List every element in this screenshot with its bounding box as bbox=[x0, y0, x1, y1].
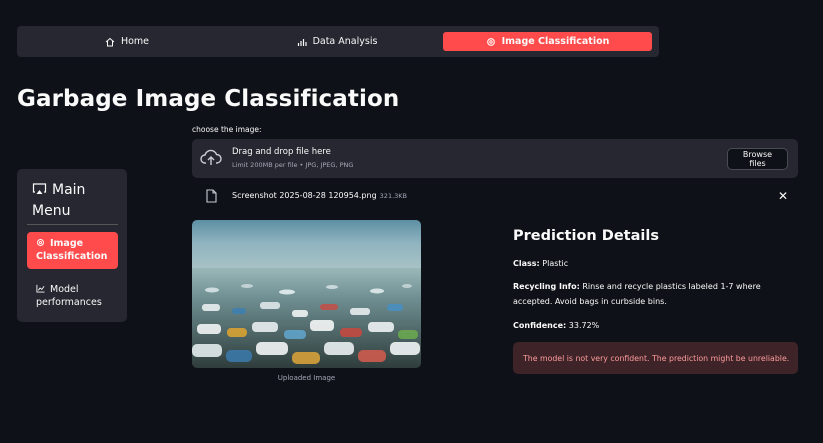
uploaded-image bbox=[192, 220, 421, 368]
browse-files-button[interactable]: Browse files bbox=[727, 148, 788, 170]
nav-data-analysis[interactable]: Data Analysis bbox=[277, 31, 397, 52]
low-confidence-warning: The model is not very confident. The pre… bbox=[513, 342, 798, 374]
sidebar-item-image-classification[interactable]: Image Classification bbox=[27, 232, 118, 269]
nav-image-classification[interactable]: Image Classification bbox=[443, 32, 652, 51]
bar-chart-icon bbox=[297, 38, 307, 46]
uploaded-file-row: Screenshot 2025-08-28 120954.png 321.3KB … bbox=[192, 186, 798, 208]
dropzone-title: Drag and drop file here bbox=[232, 147, 331, 157]
top-navigation: Home Data Analysis Image Classification bbox=[17, 26, 659, 57]
prediction-title: Prediction Details bbox=[513, 228, 659, 244]
confidence-label: Confidence: bbox=[513, 321, 567, 330]
uploader-label: choose the image: bbox=[192, 125, 262, 134]
page-title: Garbage Image Classification bbox=[17, 86, 400, 112]
confidence-value: 33.72% bbox=[568, 321, 600, 330]
cloud-upload-icon bbox=[200, 149, 222, 165]
file-dropzone[interactable]: Drag and drop file here Limit 200MB per … bbox=[192, 139, 798, 178]
recycling-label: Recycling Info: bbox=[513, 282, 580, 291]
gear-icon bbox=[37, 239, 44, 246]
plastic-waste-ocean-image bbox=[192, 220, 421, 368]
sidebar-menu: Main Menu Image Classification Model per… bbox=[17, 169, 127, 322]
file-name-text: Screenshot 2025-08-28 120954.png bbox=[232, 191, 377, 200]
sidebar-item-label: Model performances bbox=[36, 284, 102, 308]
menu-title: Main Menu bbox=[32, 180, 117, 222]
sidebar-item-label: Image Classification bbox=[36, 238, 108, 262]
file-size: 321.3KB bbox=[379, 192, 408, 200]
image-caption: Uploaded Image bbox=[277, 374, 336, 382]
sidebar-item-model-performances[interactable]: Model performances bbox=[27, 278, 118, 314]
line-chart-icon bbox=[36, 284, 45, 293]
dropzone-limit: Limit 200MB per file • JPG, JPEG, PNG bbox=[232, 161, 354, 169]
nav-home[interactable]: Home bbox=[77, 31, 177, 52]
menu-divider bbox=[27, 224, 118, 225]
prediction-recycling-info: Recycling Info: Rinse and recycle plasti… bbox=[513, 279, 798, 309]
prediction-confidence: Confidence: 33.72% bbox=[513, 318, 798, 333]
class-value: Plastic bbox=[542, 259, 569, 268]
nav-image-classification-label: Image Classification bbox=[501, 36, 610, 47]
close-icon[interactable]: ✕ bbox=[778, 189, 788, 203]
gear-icon bbox=[486, 37, 495, 46]
nav-data-analysis-label: Data Analysis bbox=[312, 36, 378, 47]
home-icon bbox=[105, 37, 115, 46]
file-name: Screenshot 2025-08-28 120954.png 321.3KB bbox=[232, 191, 407, 200]
file-icon bbox=[206, 189, 217, 203]
nav-home-label: Home bbox=[120, 36, 150, 47]
prediction-class: Class: Plastic bbox=[513, 256, 798, 271]
airplay-icon bbox=[32, 183, 47, 194]
class-label: Class: bbox=[513, 259, 540, 268]
